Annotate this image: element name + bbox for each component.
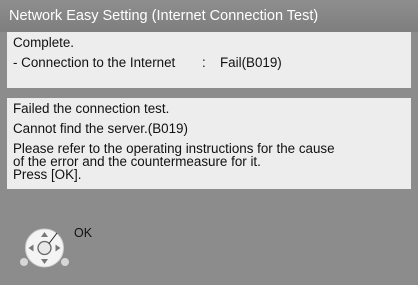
ok-hint[interactable]: OK [20, 222, 140, 272]
connection-result-separator: : [202, 55, 206, 70]
message-line-server: Cannot find the server.(B019) [13, 121, 188, 136]
connection-result-row: - Connection to the Internet : Fail(B019… [13, 55, 282, 70]
connection-result-label: - Connection to the Internet [13, 55, 176, 70]
dialog-title: Network Easy Setting (Internet Connectio… [0, 0, 418, 32]
message-line-failed: Failed the connection test. [13, 101, 170, 116]
message-instructions: Please refer to the operating instructio… [13, 141, 335, 182]
message-panel: Failed the connection test. Cannot find … [7, 98, 411, 189]
ok-label: OK [74, 226, 93, 240]
connection-result-value: Fail(B019) [220, 55, 282, 70]
result-panel: Complete. - Connection to the Internet :… [7, 32, 411, 88]
remote-dpad-ok-icon [20, 228, 69, 268]
status-text: Complete. [13, 35, 75, 50]
